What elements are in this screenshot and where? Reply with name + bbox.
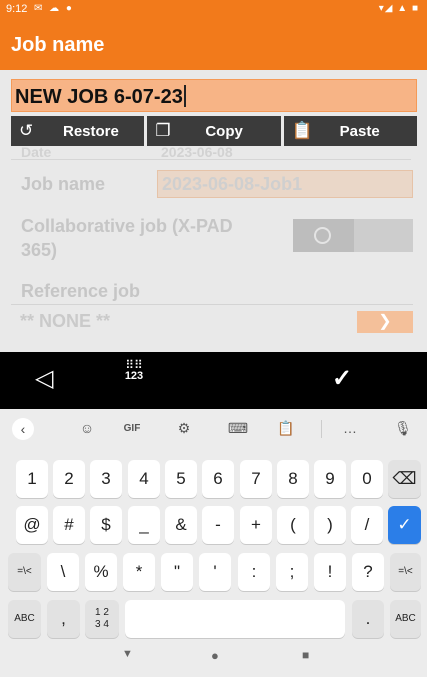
key-3[interactable]: 3	[90, 460, 122, 498]
restore-button[interactable]: ↺ Restore	[11, 116, 145, 146]
numpad-grid-icon: ⠿⠿	[125, 358, 143, 372]
key-2[interactable]: 2	[53, 460, 85, 498]
key-0[interactable]: 0	[351, 460, 383, 498]
hide-keyboard-icon[interactable]: ▼	[122, 648, 133, 660]
status-bar: 9:12 ✉ ☁ ● ▾◢ ▲ ■	[0, 0, 427, 20]
key-5[interactable]: 5	[165, 460, 197, 498]
keyboard-toolbar: ◁ ⠿⠿ 123 ✓	[0, 352, 427, 409]
numpad-label: 123	[124, 370, 144, 382]
key-colon[interactable]: :	[238, 553, 270, 591]
text-action-popup: ↺ Restore ❐ Copy 📋 Paste	[11, 116, 417, 146]
key-asterisk[interactable]: *	[123, 553, 155, 591]
key-plus[interactable]: +	[240, 506, 272, 544]
job-name-value: NEW JOB 6-07-23	[15, 85, 186, 109]
key-9[interactable]: 9	[314, 460, 346, 498]
fraction-key[interactable]: 1 2 3 4	[85, 600, 119, 638]
reference-job-label: Reference job	[21, 281, 141, 301]
copy-button[interactable]: ❐ Copy	[147, 116, 281, 146]
key-comma[interactable]: ,	[47, 600, 80, 638]
key-semicolon[interactable]: ;	[276, 553, 308, 591]
divider	[321, 420, 322, 438]
key-open-paren[interactable]: (	[277, 506, 309, 544]
sticker-icon[interactable]: ☺	[73, 420, 101, 436]
gif-button[interactable]: GIF	[118, 423, 146, 434]
settings-icon[interactable]: ⚙	[170, 420, 198, 437]
job-name-field-value: 2023-06-08-Job1	[162, 174, 303, 194]
text-cursor	[183, 85, 186, 107]
more-icon[interactable]: …	[336, 420, 364, 436]
status-time: 9:12	[6, 3, 28, 15]
key-underscore[interactable]: _	[128, 506, 160, 544]
key-ampersand[interactable]: &	[165, 506, 197, 544]
back-triangle-icon[interactable]: ◁	[35, 364, 53, 393]
check-icon[interactable]: ✓	[332, 364, 352, 393]
space-bar[interactable]	[125, 600, 345, 638]
key-minus[interactable]: -	[202, 506, 234, 544]
microphone-icon[interactable]: 🎙	[389, 420, 417, 437]
toggle-knob	[314, 227, 331, 244]
key-double-quote[interactable]: "	[161, 553, 193, 591]
on-screen-keyboard: ‹ ☺ GIF ⚙ ⌨ 📋 … 🎙 1 2 3 4 5 6 7 8 9 0 ⌫ …	[0, 409, 427, 677]
key-close-paren[interactable]: )	[314, 506, 346, 544]
key-7[interactable]: 7	[240, 460, 272, 498]
key-1[interactable]: 1	[16, 460, 48, 498]
restore-label: Restore	[63, 123, 119, 140]
chevron-left-icon[interactable]: ‹	[12, 418, 34, 440]
key-percent[interactable]: %	[85, 553, 117, 591]
job-form: NEW JOB 6-07-23 ↺ Restore ❐ Copy 📋 Paste…	[0, 70, 427, 352]
abc-key-left[interactable]: ABC	[8, 600, 41, 638]
key-at[interactable]: @	[16, 506, 48, 544]
system-nav-bar: ▼ ● ■	[0, 641, 427, 677]
date-label: Date	[21, 144, 52, 160]
key-single-quote[interactable]: '	[199, 553, 231, 591]
symbols-toggle-left[interactable]: =\<	[8, 553, 41, 591]
key-hash[interactable]: #	[53, 506, 85, 544]
key-6[interactable]: 6	[202, 460, 234, 498]
restore-icon: ↺	[19, 121, 34, 140]
collaborative-job-label-line1: Collaborative job (X-PAD	[21, 216, 233, 236]
numpad-button[interactable]: ⠿⠿ 123	[120, 358, 148, 382]
keyboard-layout-icon[interactable]: ⌨	[224, 420, 252, 437]
job-name-field[interactable]: 2023-06-08-Job1	[157, 170, 413, 198]
collaborative-job-toggle[interactable]	[293, 219, 413, 252]
enter-check-icon[interactable]: ✓	[388, 506, 421, 544]
collaborative-job-label-line2: 365)	[21, 240, 58, 260]
page-title: Job name	[11, 34, 105, 56]
key-period[interactable]: .	[352, 600, 384, 638]
home-icon[interactable]: ●	[211, 648, 219, 663]
date-value: 2023-06-08	[161, 144, 233, 160]
keyboard-suggestion-bar: ‹ ☺ GIF ⚙ ⌨ 📋 … 🎙	[0, 409, 427, 450]
paste-button[interactable]: 📋 Paste	[283, 116, 417, 146]
reference-job-selector[interactable]: ** NONE ** ❯	[11, 304, 413, 334]
job-name-label: Job name	[21, 174, 106, 194]
key-8[interactable]: 8	[277, 460, 309, 498]
key-dollar[interactable]: $	[90, 506, 122, 544]
paste-icon: 📋	[291, 121, 313, 140]
paste-label: Paste	[339, 123, 380, 140]
clipboard-icon[interactable]: 📋	[272, 420, 300, 437]
notification-icons: ✉ ☁ ●	[34, 3, 74, 14]
date-row: Date 2023-06-08	[11, 144, 411, 160]
symbols-toggle-right[interactable]: =\<	[390, 553, 421, 591]
key-slash[interactable]: /	[351, 506, 383, 544]
chevron-right-icon[interactable]: ❯	[357, 311, 413, 333]
job-name-edit-field[interactable]: NEW JOB 6-07-23	[11, 79, 417, 112]
copy-label: Copy	[205, 123, 243, 140]
recents-icon[interactable]: ■	[302, 648, 309, 662]
backspace-icon[interactable]: ⌫	[388, 460, 421, 498]
toggle-track	[293, 219, 354, 252]
copy-icon: ❐	[155, 121, 171, 140]
key-question[interactable]: ?	[352, 553, 384, 591]
abc-key-right[interactable]: ABC	[390, 600, 421, 638]
key-backslash[interactable]: \	[47, 553, 79, 591]
key-4[interactable]: 4	[128, 460, 160, 498]
reference-job-value: ** NONE **	[20, 311, 111, 331]
app-header: Job name	[0, 20, 427, 70]
signal-battery-icons: ▾◢ ▲ ■	[378, 3, 419, 14]
key-exclamation[interactable]: !	[314, 553, 346, 591]
